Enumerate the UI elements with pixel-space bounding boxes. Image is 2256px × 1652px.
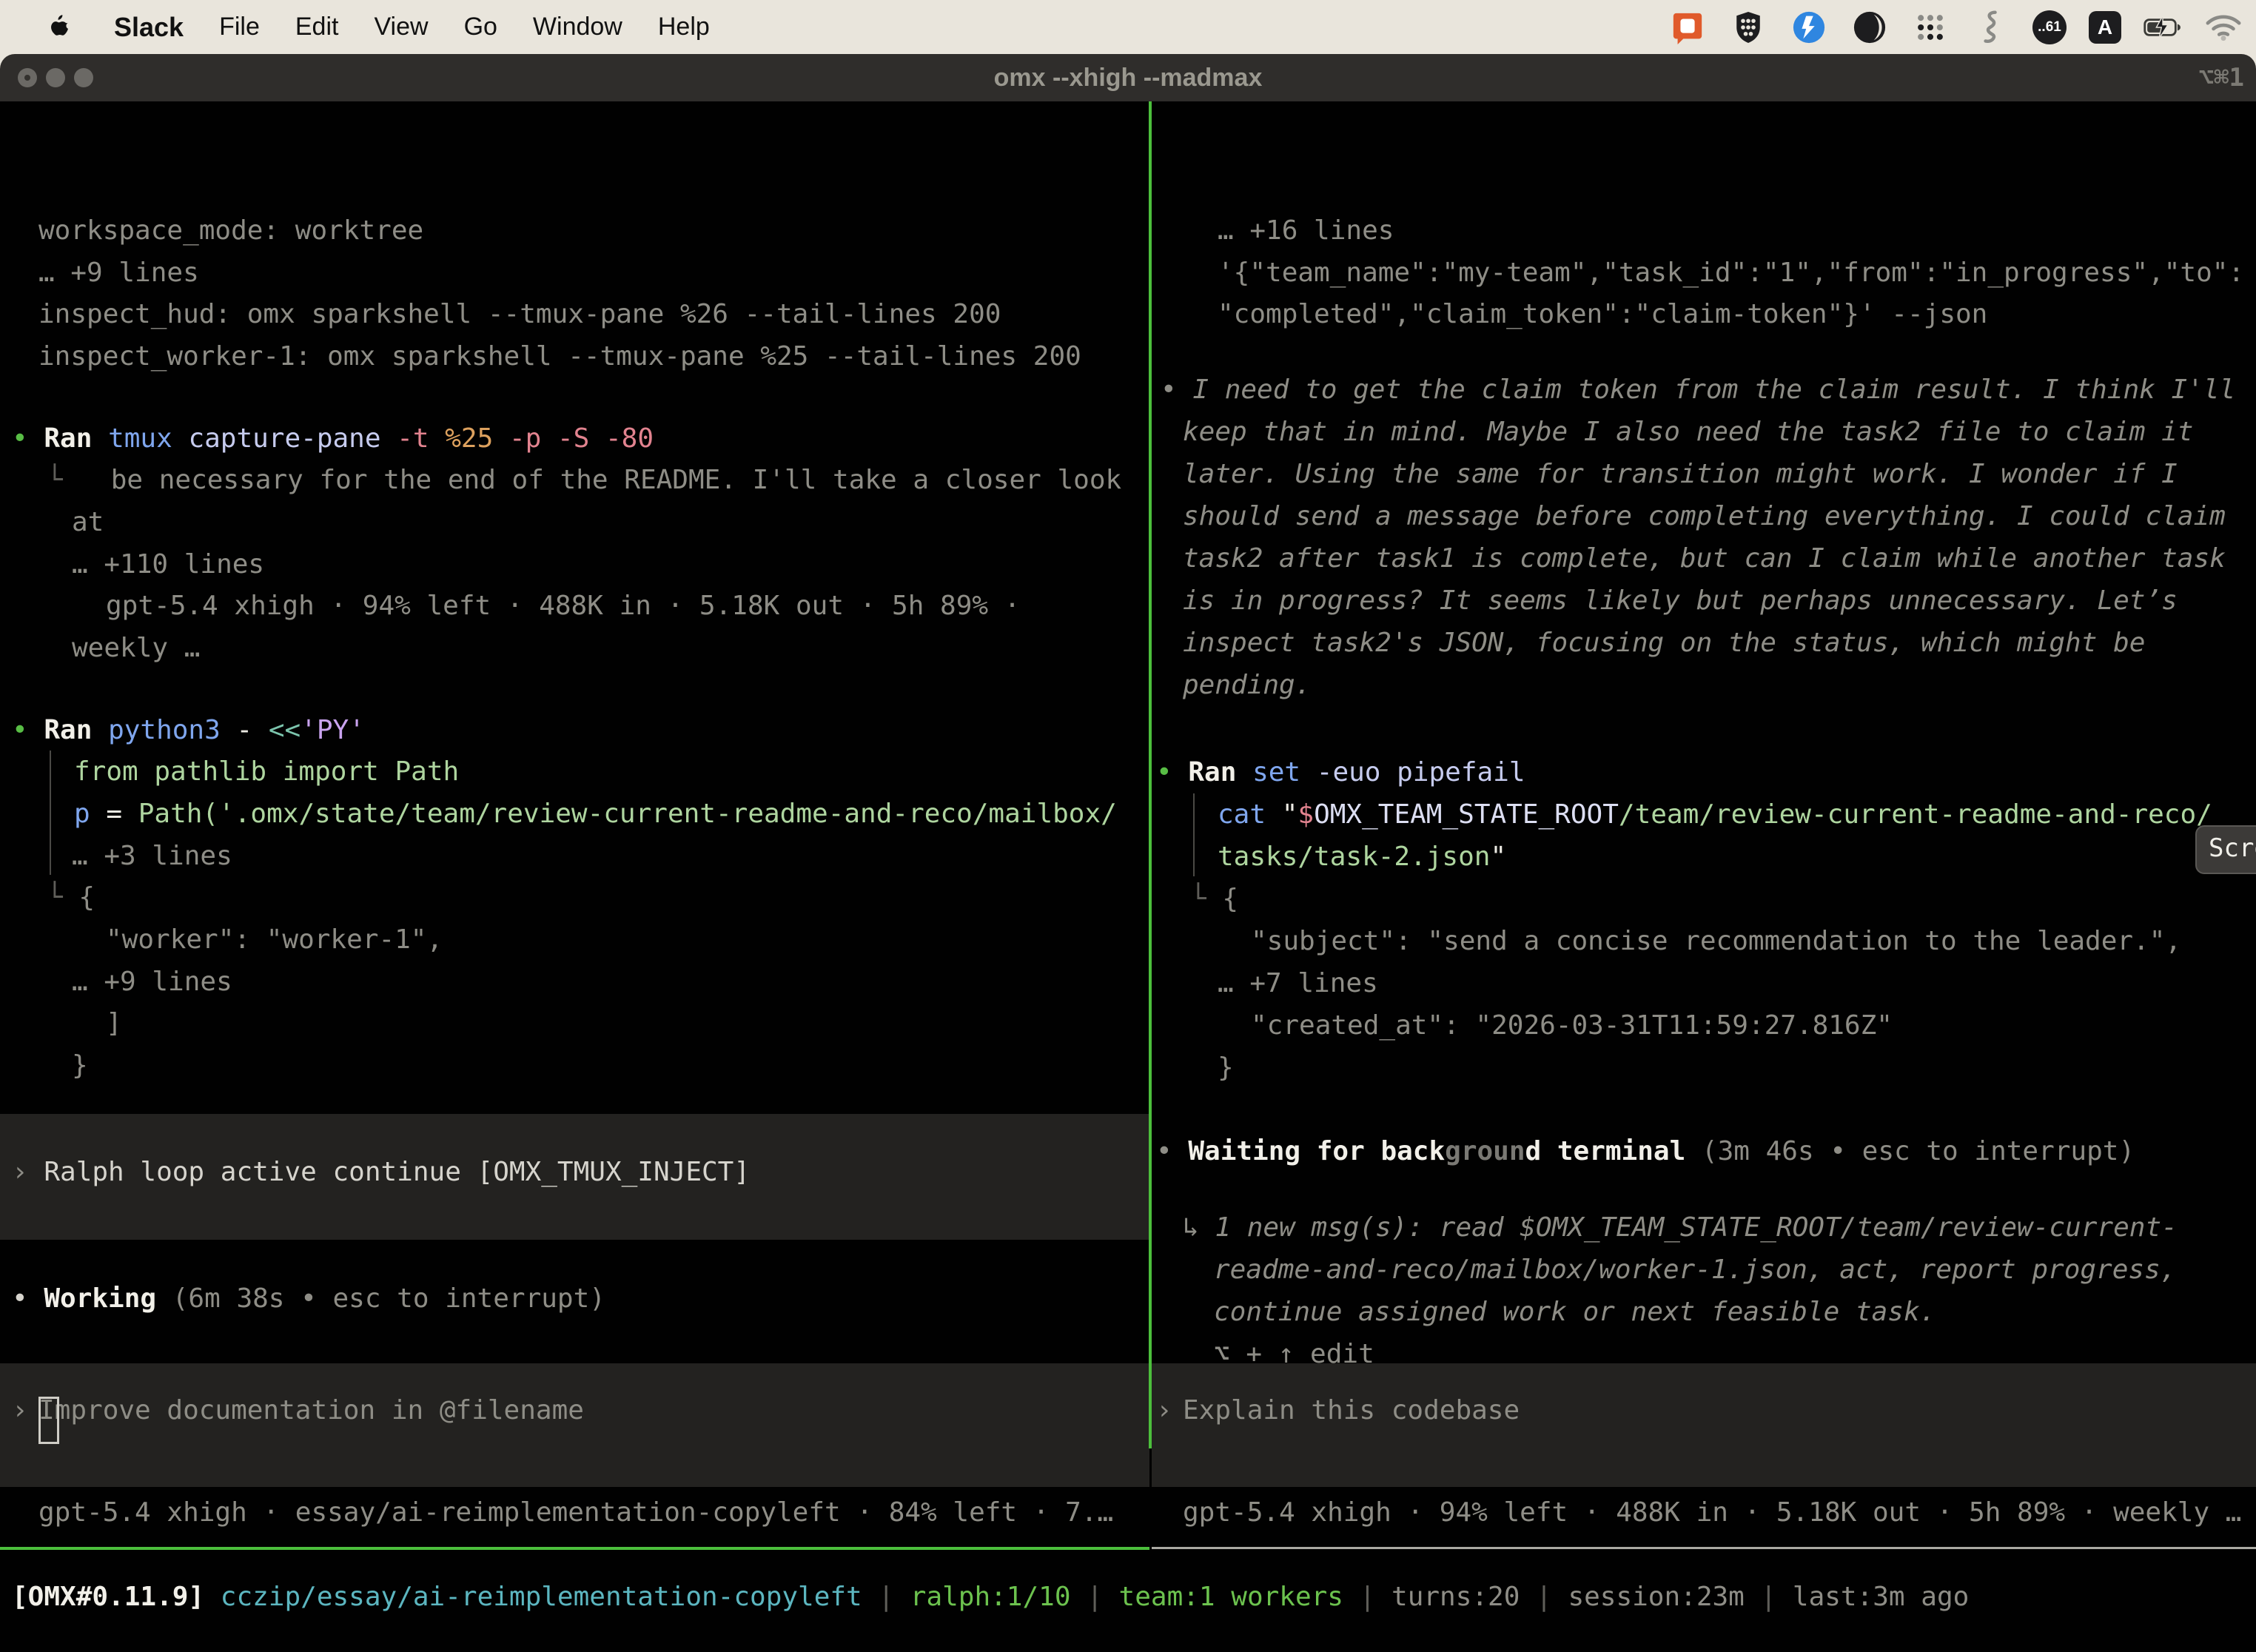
window-titlebar: omx --xhigh --madmax ⌥⌘1 bbox=[0, 54, 2256, 101]
terminal-line: is in progress? It seems likely but perh… bbox=[1183, 580, 2178, 622]
terminal-line: inspect task2's JSON, focusing on the st… bbox=[1183, 622, 2145, 664]
terminal-line: "worker": "worker-1", bbox=[106, 919, 443, 961]
terminal-line: • Ran set -euo pipefail bbox=[1156, 751, 1525, 793]
squiggle-icon[interactable] bbox=[1972, 8, 2010, 47]
input-source-badge[interactable]: A bbox=[2089, 11, 2121, 44]
terminal-line: readme-and-reco/mailbox/worker-1.json, a… bbox=[1214, 1249, 2176, 1291]
terminal-line: … +9 lines bbox=[38, 252, 199, 294]
terminal-line: gpt-5.4 xhigh · 94% left · 488K in · 5.1… bbox=[1183, 1491, 2241, 1534]
terminal-line: └ { bbox=[47, 876, 95, 919]
terminal-line: keep that in mind. Maybe I also need the… bbox=[1183, 411, 2193, 453]
terminal-line: weekly … bbox=[72, 627, 200, 669]
battery-charging-icon[interactable] bbox=[2143, 8, 2182, 47]
terminal-line: cat "$OMX_TEAM_STATE_ROOT/team/review-cu… bbox=[1218, 793, 2212, 836]
terminal-line: inspect_hud: omx sparkshell --tmux-pane … bbox=[38, 293, 1001, 335]
active-app-menu[interactable]: Slack bbox=[114, 12, 184, 43]
pane-divider bbox=[1149, 101, 1152, 1448]
terminal-line: └ be necessary for the end of the README… bbox=[47, 459, 1121, 501]
terminal-line: "created_at": "2026-03-31T11:59:27.816Z" bbox=[1251, 1004, 1893, 1047]
dots-grid-icon[interactable] bbox=[1911, 8, 1950, 47]
terminal-line: pending. bbox=[1183, 664, 1311, 706]
terminal-line: • Ran python3 - <<'PY' bbox=[12, 709, 365, 751]
text-cursor[interactable] bbox=[38, 1397, 59, 1444]
terminal-line: at bbox=[72, 501, 104, 543]
terminal-line: task2 after task1 is complete, but can I… bbox=[1183, 537, 2226, 580]
chat-bubble-icon[interactable] bbox=[1668, 8, 1707, 47]
crescent-circle-icon[interactable] bbox=[1850, 8, 1889, 47]
desktop: Slack File Edit View Go Window Help bbox=[0, 0, 2256, 1652]
terminal-line: └ { bbox=[1190, 878, 1238, 920]
terminal-line: … +9 lines bbox=[72, 961, 232, 1003]
terminal-line: "completed","claim_token":"claim-token"}… bbox=[1218, 293, 1987, 335]
terminal-line: … +16 lines bbox=[1218, 209, 1394, 252]
terminal-line: workspace_mode: worktree bbox=[38, 209, 423, 252]
blue-lightning-badge-icon[interactable] bbox=[1790, 8, 1828, 47]
terminal-line: • Ran tmux capture-pane -t %25 -p -S -80 bbox=[12, 417, 654, 460]
terminal-line: … +3 lines bbox=[72, 835, 232, 877]
terminal-viewport: workspace_mode: worktree… +9 linesinspec… bbox=[0, 101, 2256, 1652]
terminal-line: • Working (6m 38s • esc to interrupt) bbox=[12, 1277, 605, 1320]
terminal-line: gpt-5.4 xhigh · 94% left · 488K in · 5.1… bbox=[106, 585, 1020, 627]
window-title: omx --xhigh --madmax bbox=[0, 54, 2256, 101]
terminal-line: • Waiting for background terminal (3m 46… bbox=[1156, 1130, 2135, 1172]
terminal-line: › bbox=[12, 1389, 28, 1431]
wifi-icon[interactable] bbox=[2204, 8, 2243, 47]
terminal-line: } bbox=[72, 1044, 88, 1087]
omx-status-line: [OMX#0.11.9] cczip/essay/ai-reimplementa… bbox=[12, 1576, 1969, 1618]
terminal-line: continue assigned work or next feasible … bbox=[1214, 1291, 1936, 1333]
terminal-line: › Ralph loop active continue [OMX_TMUX_I… bbox=[12, 1151, 750, 1193]
terminal-line: Explain this codebase bbox=[1183, 1389, 1520, 1431]
terminal-line: from pathlib import Path bbox=[74, 751, 459, 793]
terminal-line: ↳ 1 new msg(s): read $OMX_TEAM_STATE_ROO… bbox=[1183, 1206, 2178, 1249]
menu-bar-status-icons: ..61 A bbox=[1668, 0, 2243, 54]
terminal-line: … +7 lines bbox=[1218, 962, 1378, 1004]
terminal-line: later. Using the same for transition mig… bbox=[1183, 453, 2178, 495]
terminal-line: Improve documentation in @filename bbox=[38, 1389, 584, 1431]
dot61-badge[interactable]: ..61 bbox=[2032, 10, 2067, 44]
screen-overlay-tooltip: Scre bbox=[2195, 825, 2256, 874]
shield-grid-icon[interactable] bbox=[1729, 8, 1767, 47]
right-pane-border bbox=[1152, 1547, 2256, 1549]
left-pane-active-border bbox=[0, 1547, 1149, 1550]
terminal-line: p = Path('.omx/state/team/review-current… bbox=[74, 793, 1117, 835]
terminal-line: • I need to get the claim token from the… bbox=[1161, 369, 2235, 411]
terminal-line: inspect_worker-1: omx sparkshell --tmux-… bbox=[38, 335, 1081, 377]
menu-item-edit[interactable]: Edit bbox=[295, 13, 339, 41]
terminal-line: gpt-5.4 xhigh · essay/ai-reimplementatio… bbox=[38, 1491, 1113, 1534]
output-guide-line bbox=[50, 751, 51, 875]
terminal-line: "subject": "send a concise recommendatio… bbox=[1251, 920, 2181, 962]
menu-item-help[interactable]: Help bbox=[658, 13, 710, 41]
menu-bar: Slack File Edit View Go Window Help bbox=[0, 0, 2256, 54]
terminal-line: should send a message before completing … bbox=[1183, 495, 2226, 537]
menu-item-view[interactable]: View bbox=[374, 13, 428, 41]
terminal-line: } bbox=[1218, 1047, 1234, 1089]
terminal-line: ] bbox=[106, 1002, 122, 1044]
terminal-line: '{"team_name":"my-team","task_id":"1","f… bbox=[1218, 252, 2244, 294]
menu-item-go[interactable]: Go bbox=[464, 13, 497, 41]
menu-item-file[interactable]: File bbox=[219, 13, 260, 41]
terminal-line: tasks/task-2.json" bbox=[1218, 836, 1506, 878]
terminal-line: … +110 lines bbox=[72, 543, 264, 585]
output-guide-line bbox=[1193, 793, 1195, 876]
menu-item-window[interactable]: Window bbox=[533, 13, 622, 41]
terminal-line: ⌥ + ↑ edit bbox=[1214, 1333, 1374, 1375]
window-shortcut-label: ⌥⌘1 bbox=[2199, 54, 2244, 101]
terminal-line: › bbox=[1156, 1389, 1172, 1431]
apple-icon[interactable] bbox=[40, 8, 78, 47]
